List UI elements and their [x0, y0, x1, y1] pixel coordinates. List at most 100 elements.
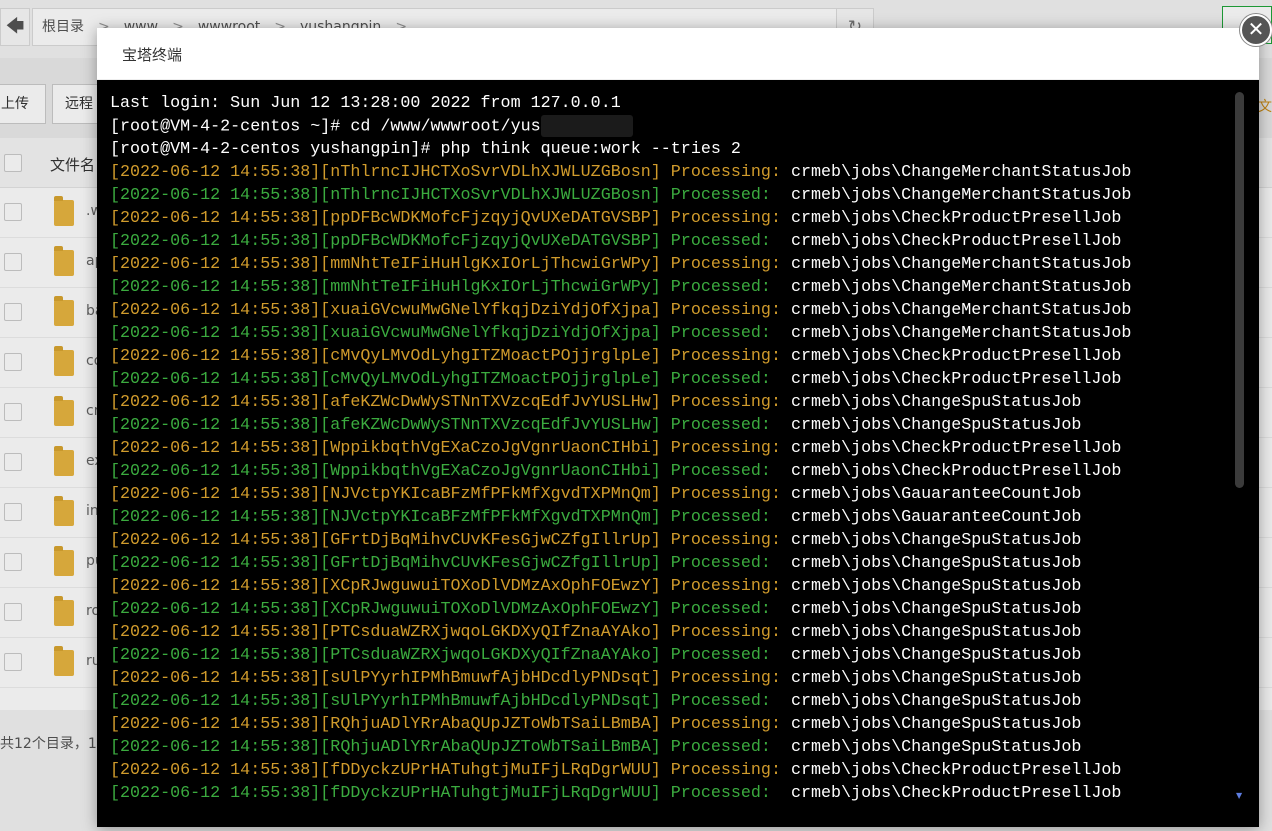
terminal-line: [root@VM-4-2-centos ~]# cd /www/wwwroot/…: [110, 115, 1240, 138]
job-timestamp: [2022-06-12 14:55:38]: [110, 738, 321, 757]
job-class: crmeb\jobs\ChangeSpuStatusJob: [790, 577, 1082, 596]
terminal-job-line: [2022-06-12 14:55:38][XCpRJwguwuiTOXoDlV…: [110, 575, 1240, 598]
job-timestamp: [2022-06-12 14:55:38]: [110, 485, 321, 504]
job-id: [xuaiGVcwuMwGNelYfkqjDziYdjOfXjpa]: [320, 301, 661, 320]
job-class: crmeb\jobs\CheckProductPresellJob: [790, 761, 1122, 780]
job-id: [XCpRJwguwuiTOXoDlVDMzAxOphFOEwzY]: [320, 577, 661, 596]
job-status: Processed:: [670, 738, 781, 757]
job-id: [WppikbqthVgEXaCzoJgVgnrUaonCIHbi]: [320, 462, 661, 481]
job-timestamp: [2022-06-12 14:55:38]: [110, 186, 321, 205]
job-class: crmeb\jobs\ChangeMerchantStatusJob: [790, 255, 1132, 274]
job-id: [GFrtDjBqMihvCUvKFesGjwCZfgIllrUp]: [320, 531, 661, 550]
job-timestamp: [2022-06-12 14:55:38]: [110, 163, 321, 182]
job-id: [WppikbqthVgEXaCzoJgVgnrUaonCIHbi]: [320, 439, 661, 458]
job-id: [XCpRJwguwuiTOXoDlVDMzAxOphFOEwzY]: [320, 600, 661, 619]
job-status: Processing:: [670, 209, 781, 228]
job-status: Processed:: [670, 784, 781, 803]
job-id: [fDDyckzUPrHATuhgtjMuIFjLRqDgrWUU]: [320, 784, 661, 803]
job-status: Processed:: [670, 232, 781, 251]
job-status: Processing:: [670, 347, 781, 366]
job-class: crmeb\jobs\ChangeSpuStatusJob: [790, 646, 1082, 665]
job-class: crmeb\jobs\CheckProductPresellJob: [790, 370, 1122, 389]
terminal-line: [root@VM-4-2-centos yushangpin]# php thi…: [110, 138, 1240, 161]
job-timestamp: [2022-06-12 14:55:38]: [110, 347, 321, 366]
terminal-job-line: [2022-06-12 14:55:38][sUlPYyrhIPMhBmuwfA…: [110, 667, 1240, 690]
job-timestamp: [2022-06-12 14:55:38]: [110, 508, 321, 527]
job-id: [afeKZWcDwWySTNnTXVzcqEdfJvYUSLHw]: [320, 416, 661, 435]
terminal-job-line: [2022-06-12 14:55:38][xuaiGVcwuMwGNelYfk…: [110, 299, 1240, 322]
terminal-job-line: [2022-06-12 14:55:38][GFrtDjBqMihvCUvKFe…: [110, 552, 1240, 575]
job-timestamp: [2022-06-12 14:55:38]: [110, 600, 321, 619]
job-id: [cMvQyLMvOdLyhgITZMoactPOjjrglpLe]: [320, 347, 661, 366]
job-id: [RQhjuADlYRrAbaQUpJZToWbTSaiLBmBA]: [320, 715, 661, 734]
scroll-down-icon[interactable]: ▼: [1236, 792, 1244, 800]
job-timestamp: [2022-06-12 14:55:38]: [110, 416, 321, 435]
job-timestamp: [2022-06-12 14:55:38]: [110, 255, 321, 274]
job-status: Processing:: [670, 577, 781, 596]
job-status: Processing:: [670, 761, 781, 780]
job-id: [fDDyckzUPrHATuhgtjMuIFjLRqDgrWUU]: [320, 761, 661, 780]
job-class: crmeb\jobs\CheckProductPresellJob: [790, 784, 1122, 803]
job-class: crmeb\jobs\CheckProductPresellJob: [790, 462, 1122, 481]
terminal-line: Last login: Sun Jun 12 13:28:00 2022 fro…: [110, 92, 1240, 115]
terminal-job-line: [2022-06-12 14:55:38][WppikbqthVgEXaCzoJ…: [110, 437, 1240, 460]
job-class: crmeb\jobs\ChangeSpuStatusJob: [790, 416, 1082, 435]
job-status: Processing:: [670, 301, 781, 320]
job-id: [xuaiGVcwuMwGNelYfkqjDziYdjOfXjpa]: [320, 324, 661, 343]
job-class: crmeb\jobs\ChangeMerchantStatusJob: [790, 301, 1132, 320]
job-timestamp: [2022-06-12 14:55:38]: [110, 692, 321, 711]
terminal-job-line: [2022-06-12 14:55:38][NJVctpYKIcaBFzMfPF…: [110, 483, 1240, 506]
terminal-job-line: [2022-06-12 14:55:38][XCpRJwguwuiTOXoDlV…: [110, 598, 1240, 621]
job-id: [nThlrncIJHCTXoSvrVDLhXJWLUZGBosn]: [320, 163, 661, 182]
job-id: [PTCsduaWZRXjwqoLGKDXyQIfZnaAYAko]: [320, 623, 661, 642]
job-class: crmeb\jobs\ChangeSpuStatusJob: [790, 531, 1082, 550]
job-id: [sUlPYyrhIPMhBmuwfAjbHDcdlyPNDsqt]: [320, 669, 661, 688]
terminal-job-line: [2022-06-12 14:55:38][cMvQyLMvOdLyhgITZM…: [110, 345, 1240, 368]
terminal-job-line: [2022-06-12 14:55:38][RQhjuADlYRrAbaQUpJ…: [110, 736, 1240, 759]
job-id: [mmNhtTeIFiHuHlgKxIOrLjThcwiGrWPy]: [320, 255, 661, 274]
terminal-screen[interactable]: Last login: Sun Jun 12 13:28:00 2022 fro…: [97, 80, 1259, 827]
job-timestamp: [2022-06-12 14:55:38]: [110, 324, 321, 343]
terminal-job-line: [2022-06-12 14:55:38][sUlPYyrhIPMhBmuwfA…: [110, 690, 1240, 713]
job-status: Processed:: [670, 416, 781, 435]
job-status: Processing:: [670, 623, 781, 642]
job-class: crmeb\jobs\ChangeSpuStatusJob: [790, 600, 1082, 619]
job-class: crmeb\jobs\ChangeMerchantStatusJob: [790, 163, 1132, 182]
job-class: crmeb\jobs\ChangeSpuStatusJob: [790, 692, 1082, 711]
job-id: [RQhjuADlYRrAbaQUpJZToWbTSaiLBmBA]: [320, 738, 661, 757]
job-timestamp: [2022-06-12 14:55:38]: [110, 715, 321, 734]
close-icon[interactable]: ✕: [1240, 14, 1272, 46]
job-id: [GFrtDjBqMihvCUvKFesGjwCZfgIllrUp]: [320, 554, 661, 573]
terminal-job-line: [2022-06-12 14:55:38][PTCsduaWZRXjwqoLGK…: [110, 644, 1240, 667]
job-timestamp: [2022-06-12 14:55:38]: [110, 761, 321, 780]
job-timestamp: [2022-06-12 14:55:38]: [110, 554, 321, 573]
job-id: [afeKZWcDwWySTNnTXVzcqEdfJvYUSLHw]: [320, 393, 661, 412]
job-timestamp: [2022-06-12 14:55:38]: [110, 784, 321, 803]
terminal-scrollbar[interactable]: [1235, 92, 1244, 488]
job-class: crmeb\jobs\ChangeSpuStatusJob: [790, 738, 1082, 757]
job-timestamp: [2022-06-12 14:55:38]: [110, 370, 321, 389]
job-class: crmeb\jobs\ChangeSpuStatusJob: [790, 715, 1082, 734]
terminal-job-line: [2022-06-12 14:55:38][ppDFBcWDKMofcFjzqy…: [110, 230, 1240, 253]
job-id: [sUlPYyrhIPMhBmuwfAjbHDcdlyPNDsqt]: [320, 692, 661, 711]
terminal-job-line: [2022-06-12 14:55:38][mmNhtTeIFiHuHlgKxI…: [110, 253, 1240, 276]
job-status: Processing:: [670, 485, 781, 504]
job-class: crmeb\jobs\CheckProductPresellJob: [790, 209, 1122, 228]
job-class: crmeb\jobs\CheckProductPresellJob: [790, 439, 1122, 458]
terminal-job-line: [2022-06-12 14:55:38][GFrtDjBqMihvCUvKFe…: [110, 529, 1240, 552]
terminal-output: Last login: Sun Jun 12 13:28:00 2022 fro…: [110, 92, 1240, 805]
job-id: [ppDFBcWDKMofcFjzqyjQvUXeDATGVSBP]: [320, 209, 661, 228]
job-class: crmeb\jobs\ChangeMerchantStatusJob: [790, 186, 1132, 205]
job-timestamp: [2022-06-12 14:55:38]: [110, 669, 321, 688]
job-timestamp: [2022-06-12 14:55:38]: [110, 278, 321, 297]
modal-title: 宝塔终端: [122, 46, 183, 64]
job-class: crmeb\jobs\CheckProductPresellJob: [790, 232, 1122, 251]
job-status: Processed:: [670, 508, 781, 527]
job-class: crmeb\jobs\ChangeSpuStatusJob: [790, 623, 1082, 642]
job-timestamp: [2022-06-12 14:55:38]: [110, 301, 321, 320]
terminal-job-line: [2022-06-12 14:55:38][afeKZWcDwWySTNnTXV…: [110, 414, 1240, 437]
job-status: Processing:: [670, 163, 781, 182]
job-id: [cMvQyLMvOdLyhgITZMoactPOjjrglpLe]: [320, 370, 661, 389]
job-timestamp: [2022-06-12 14:55:38]: [110, 646, 321, 665]
job-timestamp: [2022-06-12 14:55:38]: [110, 577, 321, 596]
